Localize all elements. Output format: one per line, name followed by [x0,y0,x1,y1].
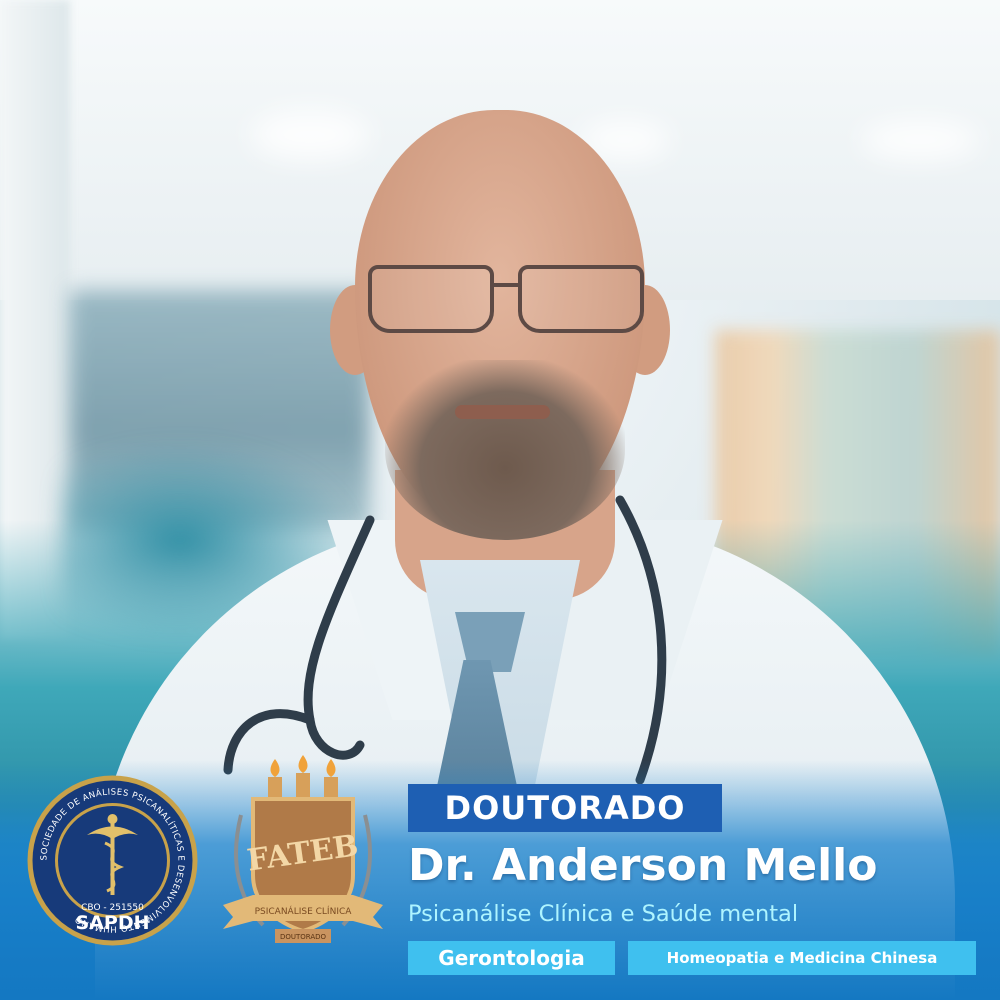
doctor-mouth [455,405,550,419]
glasses-bridge [490,283,520,287]
tag-gerontologia: Gerontologia [408,941,615,975]
ceiling-light [860,120,980,160]
fateb-crest-logo: FATEB PSICANÁLISE CLÍNICA DOUTORADO [223,755,383,943]
svg-text:SAPDH: SAPDH [76,912,150,934]
svg-text:PSICANÁLISE CLÍNICA: PSICANÁLISE CLÍNICA [255,905,353,917]
stethoscope-icon [223,495,667,785]
ceiling-light [250,110,370,160]
doctor-specialty: Psicanálise Clínica e Saúde mental [408,901,799,927]
degree-badge: DOUTORADO [408,784,722,832]
tag-homeopatia: Homeopatia e Medicina Chinesa [628,941,976,975]
glasses-lens-left [368,265,494,333]
glasses-lens-right [518,265,644,333]
doctor-name: Dr. Anderson Mello [408,840,878,891]
glasses-icon [368,265,644,333]
profile-banner: SOCIEDADE DE ANÁLISES PSICANALÍTICAS E D… [0,0,1000,1000]
sapdh-seal-logo: SOCIEDADE DE ANÁLISES PSICANALÍTICAS E D… [27,775,198,946]
svg-text:DOUTORADO: DOUTORADO [280,933,327,941]
